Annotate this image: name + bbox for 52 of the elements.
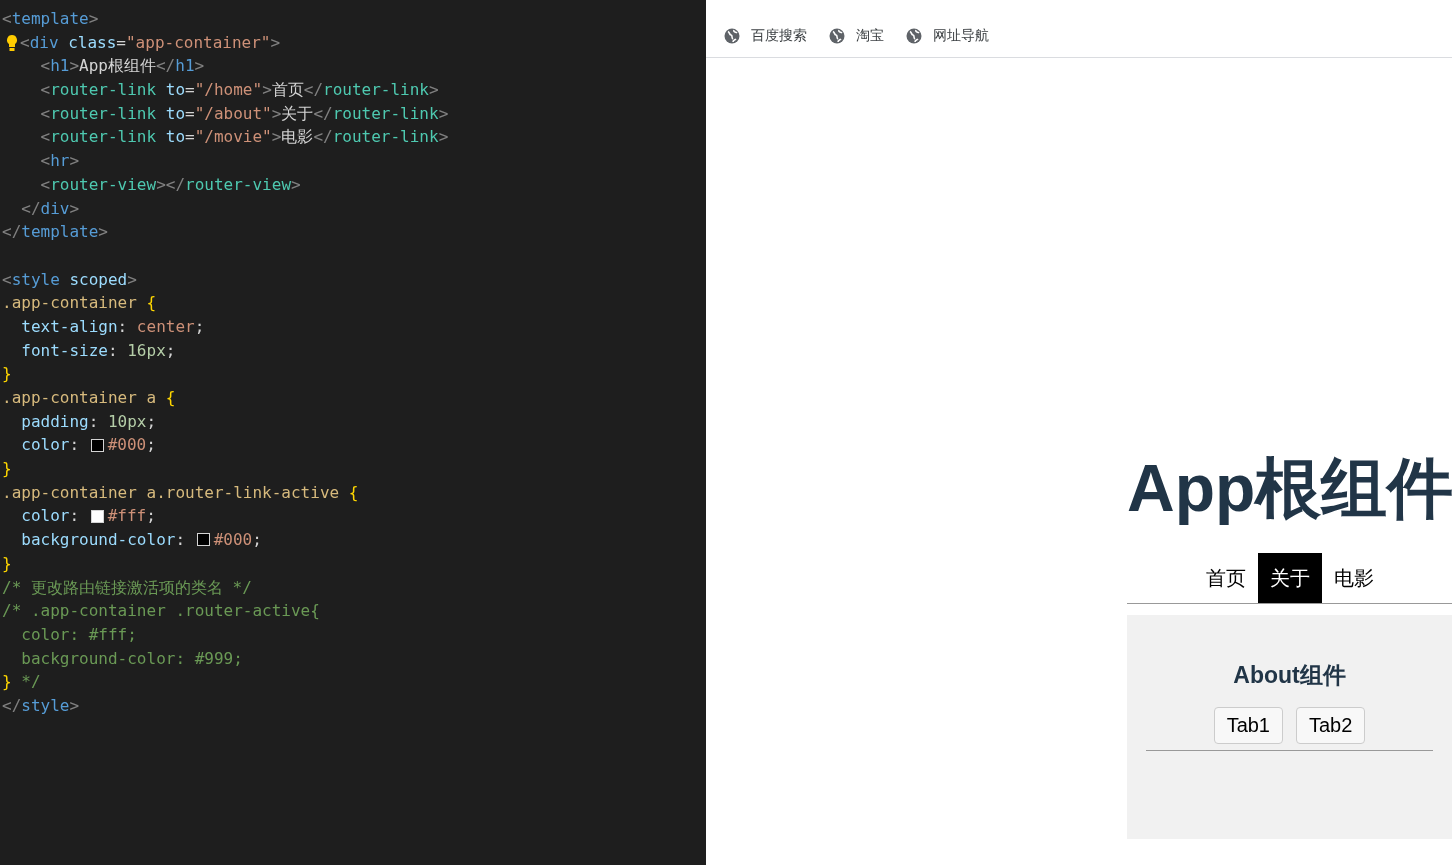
code-text: text-align: center; (20, 315, 205, 338)
code-text: } (2, 363, 12, 386)
tab-button[interactable]: Tab2 (1296, 707, 1366, 744)
code-text: <h1>App根组件</h1> (39, 55, 205, 78)
code-text: </template> (2, 221, 108, 244)
code-text: <style scoped> (2, 268, 137, 291)
nav-link[interactable]: 首页 (1193, 553, 1258, 603)
code-text: font-size: 16px; (20, 339, 176, 362)
code-text: .app-container a.router-link-active { (2, 481, 359, 504)
code-text: background-color: #999; (20, 647, 243, 670)
bookmark-link[interactable]: 淘宝 (829, 20, 884, 51)
code-text: color: (20, 505, 81, 528)
bookmark-label: 百度搜索 (751, 26, 807, 45)
code-text: .app-container a { (2, 387, 176, 409)
globe-icon (724, 27, 740, 44)
nav-link[interactable]: 电影 (1321, 553, 1386, 603)
code-text: #000; (213, 529, 262, 552)
globe-icon (906, 27, 922, 44)
code-text: <div class="app-container"> (20, 31, 281, 54)
code-text: <template> (2, 8, 99, 30)
code-text: <router-view></router-view> (39, 173, 301, 196)
globe-icon (829, 27, 845, 44)
code-text: </div> (20, 197, 80, 220)
code-text: } (2, 458, 12, 481)
nav-link[interactable]: 关于 (1257, 553, 1322, 603)
bookmark-link[interactable]: 百度搜索 (724, 20, 807, 51)
code-text: <router-link to="/movie">电影</router-link> (39, 126, 449, 149)
panel-heading: About组件 (1232, 661, 1347, 690)
code-text: /* 更改路由链接激活项的类名 */ (2, 576, 252, 599)
color-swatch-icon[interactable] (90, 438, 104, 452)
code-text: } */ (2, 671, 41, 694)
color-swatch-icon[interactable] (196, 533, 210, 547)
code-text: <router-link to="/home">首页</router-link> (39, 79, 439, 102)
code-text: #fff; (107, 505, 156, 528)
color-swatch-icon[interactable] (90, 509, 104, 523)
bookmark-link[interactable]: 网址导航 (906, 20, 989, 51)
code-text: .app-container { (2, 292, 157, 315)
lightbulb-icon[interactable] (6, 33, 18, 52)
bookmark-label: 淘宝 (856, 26, 884, 45)
bookmark-label: 网址导航 (933, 26, 989, 45)
code-text: } (2, 552, 12, 575)
code-text: padding: 10px; (20, 410, 157, 433)
code-text: <hr> (39, 150, 80, 173)
code-text: </style> (2, 694, 80, 717)
code-text: background-color: (20, 529, 187, 552)
code-text: /* .app-container .router-active{ (2, 600, 320, 623)
code-text: <router-link to="/about">关于</router-link> (39, 102, 449, 125)
page-heading: App根组件 (1127, 450, 1452, 527)
code-text: color: #fff; (20, 623, 137, 646)
code-text: color: (20, 434, 81, 457)
code-text: #000; (107, 434, 156, 457)
tab-button[interactable]: Tab1 (1213, 707, 1283, 744)
